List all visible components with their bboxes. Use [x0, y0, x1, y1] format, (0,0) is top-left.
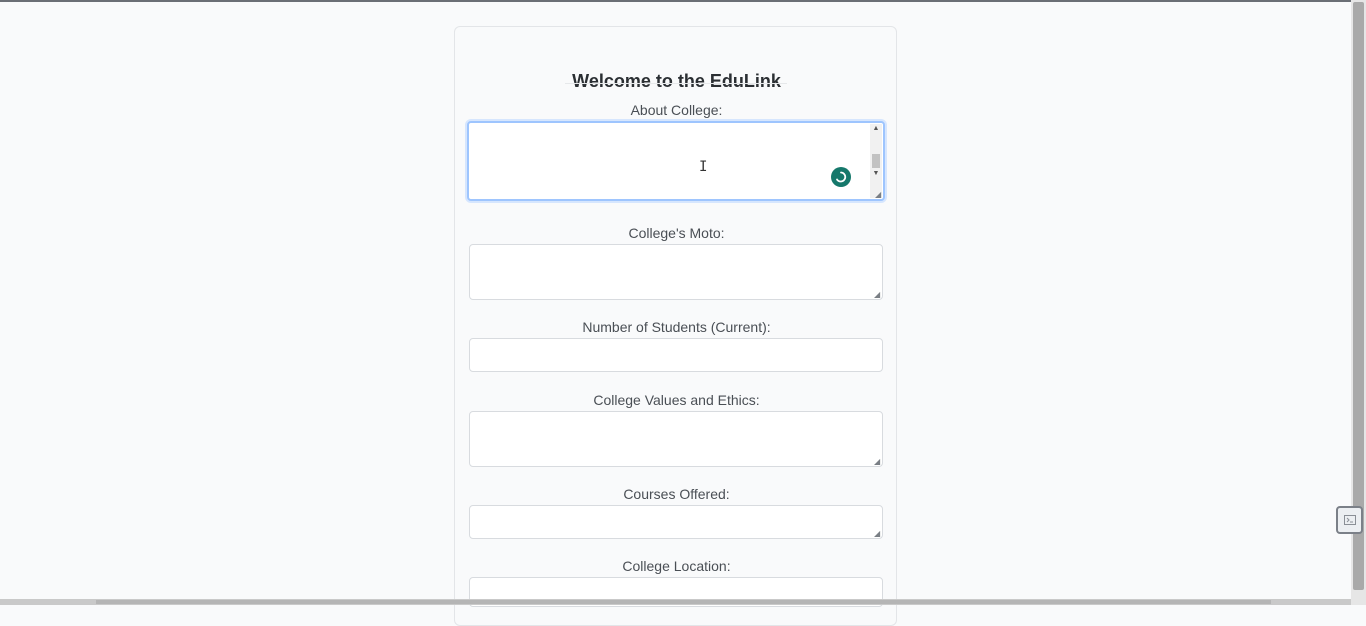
number-of-students-input[interactable]	[469, 338, 883, 372]
horizontal-scrollbar[interactable]	[0, 599, 1351, 605]
horizontal-scroll-thumb[interactable]	[96, 600, 1271, 604]
resize-grip-icon[interactable]: ◢	[874, 458, 881, 465]
grammar-assistant-icon[interactable]	[831, 167, 851, 187]
form-title: Welcome to the EduLink	[455, 71, 898, 92]
college-moto-label: College's Moto:	[455, 225, 898, 241]
courses-offered-label: Courses Offered:	[455, 486, 898, 502]
text-cursor-icon: I	[699, 159, 707, 175]
college-values-label: College Values and Ethics:	[455, 392, 898, 408]
about-college-label: About College:	[455, 102, 898, 118]
number-of-students-label: Number of Students (Current):	[455, 319, 898, 335]
resize-grip-icon[interactable]: ◢	[874, 530, 881, 537]
window-top-border	[0, 0, 1366, 2]
courses-offered-textarea[interactable]: ◢	[469, 505, 883, 539]
college-info-form: Welcome to the EduLink About College: I …	[454, 26, 897, 626]
college-values-textarea[interactable]: ◢	[469, 411, 883, 467]
college-location-label: College Location:	[455, 558, 898, 574]
resize-grip-icon[interactable]: ◢	[874, 291, 881, 298]
title-divider	[565, 83, 787, 84]
page-scroll-thumb[interactable]	[1353, 2, 1364, 590]
scroll-up-icon[interactable]: ▲	[870, 125, 882, 132]
scroll-down-icon[interactable]: ▼	[870, 170, 882, 177]
scroll-thumb[interactable]	[872, 154, 880, 168]
about-college-textarea[interactable]: I ▲ ▼ ◢	[467, 121, 885, 201]
resize-grip-icon[interactable]: ◢	[875, 191, 882, 198]
college-moto-textarea[interactable]: ◢	[469, 244, 883, 300]
floating-tool-icon[interactable]	[1336, 506, 1363, 534]
textarea-scrollbar[interactable]: ▲ ▼	[870, 124, 882, 198]
